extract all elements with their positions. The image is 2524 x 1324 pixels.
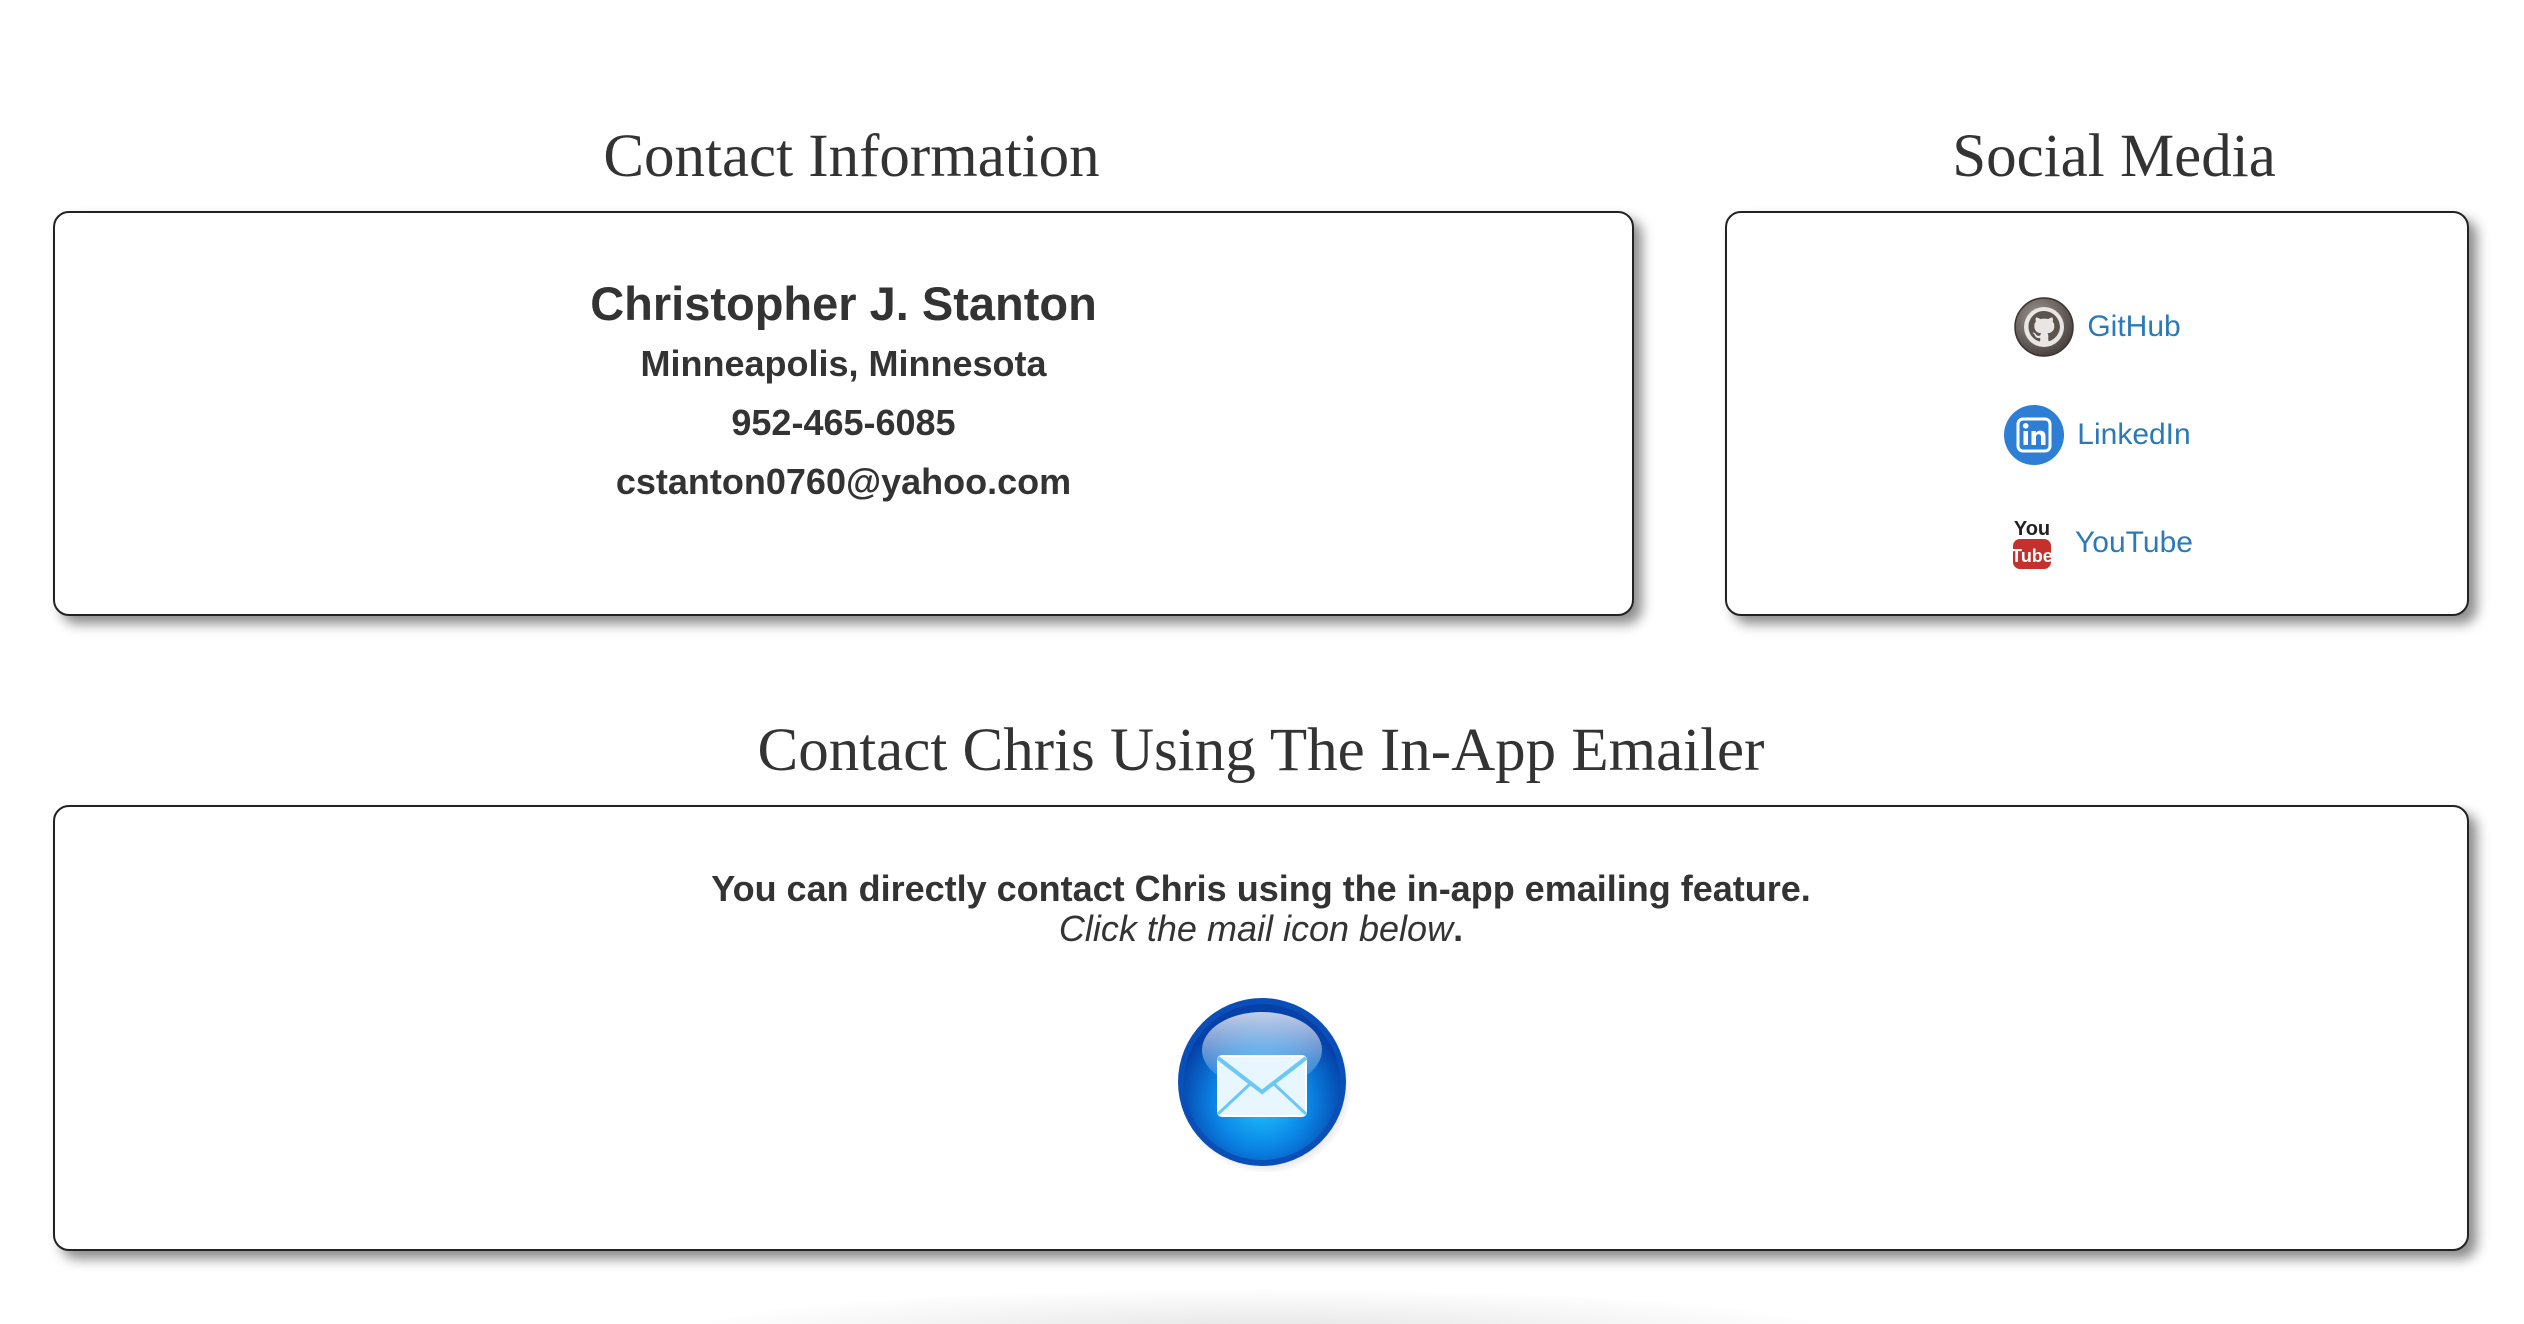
- contact-information-title: Contact Information: [603, 123, 1100, 190]
- github-link[interactable]: GitHub: [2013, 273, 2181, 381]
- mail-icon: [1178, 998, 1352, 1174]
- svg-text:You: You: [2014, 518, 2050, 540]
- contact-name: Christopher J. Stanton: [590, 277, 1097, 330]
- youtube-label: YouTube: [2075, 526, 2193, 559]
- mail-button[interactable]: [1172, 992, 1352, 1174]
- social-media-panel: GitHub LinkedIn You Tube YouTube: [1725, 211, 2469, 616]
- social-links: GitHub LinkedIn You Tube YouTube: [1727, 273, 2467, 597]
- linkedin-link[interactable]: LinkedIn: [2003, 381, 2191, 489]
- bottom-shadow: [700, 1290, 1820, 1324]
- contact-information-panel: Christopher J. Stanton Minneapolis, Minn…: [53, 211, 1634, 616]
- contact-details: Christopher J. Stanton Minneapolis, Minn…: [55, 273, 1632, 511]
- social-media-title: Social Media: [1952, 123, 2276, 190]
- emailer-instruction-period: .: [1453, 908, 1464, 949]
- emailer-title: Contact Chris Using The In-App Emailer: [757, 717, 1765, 784]
- github-label: GitHub: [2087, 310, 2181, 343]
- linkedin-icon: [2003, 404, 2065, 466]
- linkedin-label: LinkedIn: [2077, 418, 2191, 451]
- contact-location: Minneapolis, Minnesota: [640, 343, 1047, 385]
- emailer-text: You can directly contact Chris using the…: [55, 869, 2467, 950]
- contact-phone: 952-465-6085: [731, 402, 956, 444]
- svg-text:Tube: Tube: [2011, 546, 2053, 566]
- contact-page: Contact Information Christopher J. Stant…: [0, 0, 2524, 1324]
- youtube-link[interactable]: You Tube YouTube: [2001, 489, 2193, 597]
- emailer-panel: You can directly contact Chris using the…: [53, 805, 2469, 1251]
- emailer-description: You can directly contact Chris using the…: [711, 868, 1811, 909]
- contact-email: cstanton0760@yahoo.com: [615, 461, 1072, 503]
- emailer-instruction: Click the mail icon below: [1058, 908, 1454, 949]
- github-icon: [2013, 296, 2075, 358]
- youtube-icon: You Tube: [2001, 512, 2063, 574]
